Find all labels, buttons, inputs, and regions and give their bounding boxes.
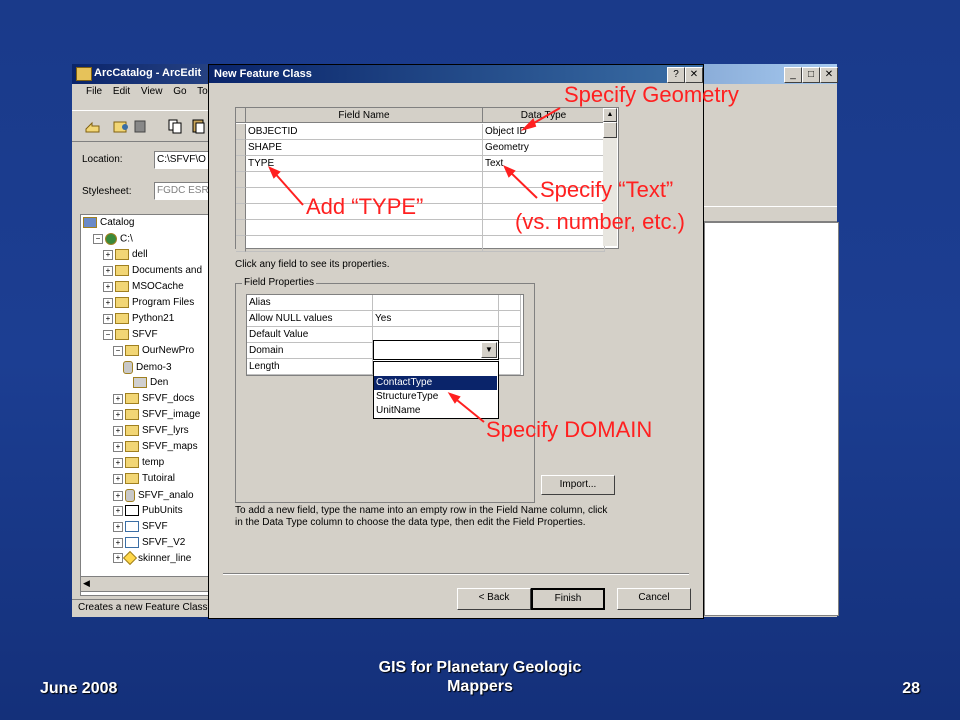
geometry-arrowhead bbox=[520, 118, 537, 131]
annotation-specify-text: Specify “Text” bbox=[540, 177, 674, 202]
annotation-add-type: Add “TYPE” bbox=[306, 194, 424, 219]
footer-title: GIS for Planetary Geologic Mappers bbox=[378, 659, 582, 695]
annotation-specify-geometry: Specify Geometry bbox=[564, 82, 739, 107]
annotation-specify-domain: Specify DOMAIN bbox=[486, 417, 653, 442]
annotation-arrows bbox=[268, 107, 561, 423]
footer-date: June 2008 bbox=[40, 680, 118, 697]
annotation-vs-number: (vs. number, etc.) bbox=[515, 209, 685, 234]
footer-page-number: 28 bbox=[902, 680, 920, 697]
